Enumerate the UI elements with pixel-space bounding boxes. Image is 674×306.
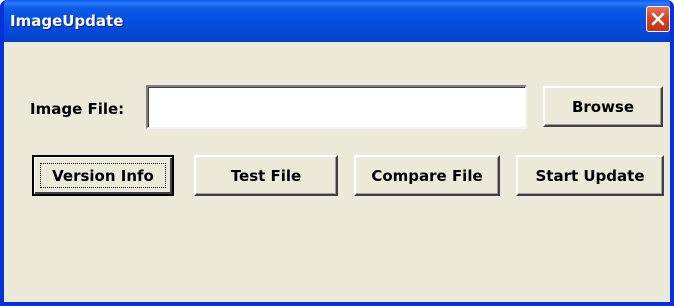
version-info-button[interactable]: Version Info: [32, 155, 174, 196]
imageupdate-window: ImageUpdate Image File: Browse Version I…: [0, 0, 674, 306]
browse-button[interactable]: Browse: [543, 86, 663, 127]
start-update-button[interactable]: Start Update: [516, 155, 664, 196]
title-bar[interactable]: ImageUpdate: [4, 0, 670, 42]
test-file-button[interactable]: Test File: [194, 155, 338, 196]
window-title: ImageUpdate: [10, 12, 124, 30]
image-file-label: Image File:: [30, 100, 125, 118]
version-info-label: Version Info: [52, 166, 154, 185]
image-file-input[interactable]: [146, 85, 527, 129]
compare-file-button[interactable]: Compare File: [354, 155, 500, 196]
close-icon: [651, 12, 665, 26]
close-button[interactable]: [646, 6, 670, 32]
